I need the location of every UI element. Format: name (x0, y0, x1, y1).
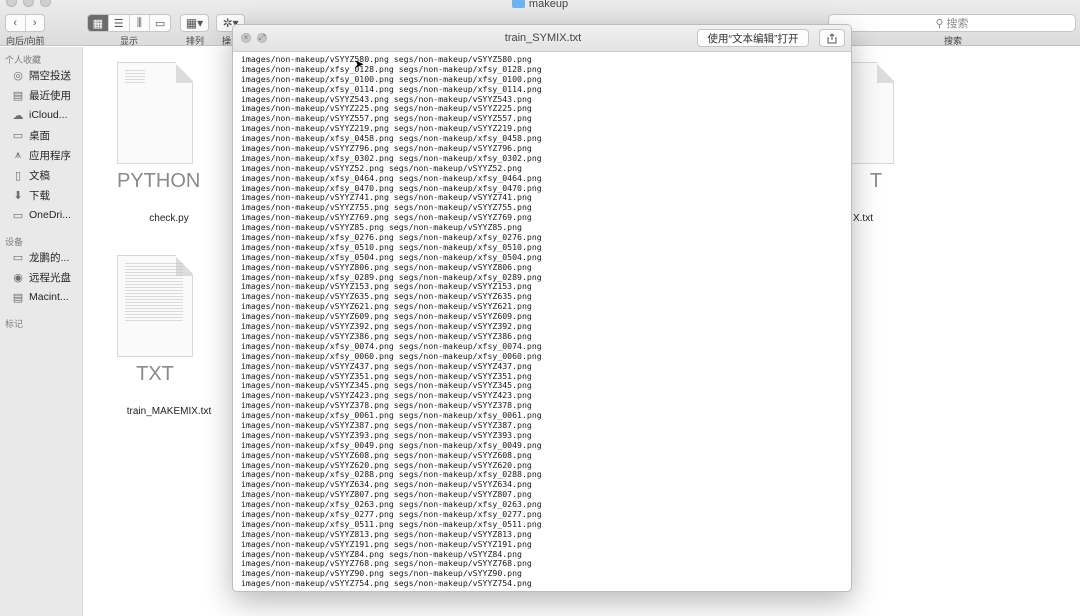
sidebar-item-label: 最近使用 (29, 89, 71, 102)
sidebar-item-label: 龙鹏的... (29, 251, 70, 264)
sidebar-item-label: 文稿 (29, 169, 50, 182)
search-field[interactable]: ⚲ 搜索 (828, 14, 1076, 32)
quicklook-titlebar: × ⤢ train_SYMIX.txt 使用“文本编辑”打开 (233, 25, 851, 52)
sidebar-item-recents[interactable]: ▤ 最近使用 (0, 85, 82, 105)
devices-header: 设备 (5, 237, 24, 247)
sidebar-item-label: 隔空投送 (29, 69, 71, 82)
action-label: 操 (222, 36, 232, 46)
nav-back-forward: ‹ › (5, 14, 45, 32)
tags-header: 标记 (5, 319, 24, 329)
folder-icon (511, 0, 525, 8)
icloud-icon: ☁ (12, 109, 24, 122)
folder-icon: ▭ (12, 209, 24, 222)
recents-icon: ▤ (12, 89, 24, 102)
page-fold (176, 62, 193, 83)
sidebar-item-label: 远程光盘 (29, 271, 71, 284)
sidebar-item-computer[interactable]: ▭ 龙鹏的... (0, 247, 82, 267)
sidebar-item-label: iCloud... (29, 109, 68, 121)
favorites-header: 个人收藏 (5, 55, 42, 65)
sidebar: 个人收藏 ◎ 隔空投送 ▤ 最近使用 ☁ iCloud... ▭ 桌面 ⩚ 应用程序 ▯ 文… (0, 47, 83, 616)
forward-button[interactable]: › (26, 15, 45, 31)
sidebar-item-macintosh[interactable]: ▤ Macint... (0, 287, 82, 307)
search-placeholder: 搜索 (946, 18, 969, 30)
text-file-icon[interactable]: TXT (117, 255, 193, 385)
file-content[interactable]: images/non-makeup/vSYYZ580.png segs/non-… (233, 53, 851, 591)
mouse-cursor-icon: ➤ (354, 57, 365, 71)
window-title-text: makeup (528, 0, 569, 10)
sidebar-item-airdrop[interactable]: ◎ 隔空投送 (0, 65, 82, 85)
sidebar-item-label: OneDri... (29, 209, 72, 221)
sidebar-item-remote-disc[interactable]: ◉ 远程光盘 (0, 267, 82, 287)
view-switcher: ▦ ☰ ⫼ ▭ (87, 14, 171, 32)
nav-label: 向后/向前 (6, 36, 45, 46)
sidebar-item-documents[interactable]: ▯ 文稿 (0, 165, 82, 185)
sidebar-item-downloads[interactable]: ⬇ 下载 (0, 185, 82, 205)
sidebar-item-label: Macint... (29, 291, 69, 303)
python-badge: PYTHON (117, 170, 201, 192)
gallery-view-button[interactable]: ▭ (150, 15, 170, 31)
file-name-check[interactable]: check.py (99, 213, 239, 224)
open-with-textedit-button[interactable]: 使用“文本编辑”打开 (697, 29, 809, 47)
sidebar-item-label: 应用程序 (29, 149, 71, 162)
text-preview (125, 263, 183, 323)
documents-icon: ▯ (14, 169, 22, 182)
column-view-button[interactable]: ⫼ (130, 15, 151, 31)
sidebar-item-desktop[interactable]: ▭ 桌面 (0, 125, 82, 145)
icon-view-button[interactable]: ▦ (88, 15, 109, 31)
disk-icon: ▤ (12, 291, 24, 304)
share-button[interactable] (819, 29, 845, 47)
sidebar-item-applications[interactable]: ⩚ 应用程序 (0, 145, 82, 165)
quicklook-window: × ⤢ train_SYMIX.txt 使用“文本编辑”打开 images/no… (232, 24, 852, 592)
file-name-train-makemix[interactable]: train_MAKEMIX.txt (99, 406, 239, 417)
applications-icon: ⩚ (14, 148, 22, 161)
view-label: 显示 (120, 36, 139, 46)
arrange-label: 排列 (186, 36, 205, 46)
airdrop-icon: ◎ (13, 69, 23, 82)
page-fold (877, 62, 894, 83)
disc-icon: ◉ (13, 271, 23, 284)
sidebar-item-label: 下载 (29, 189, 50, 202)
sidebar-item-onedrive[interactable]: ▭ OneDri... (0, 205, 82, 225)
desktop-icon: ▭ (12, 129, 24, 142)
downloads-icon: ⬇ (13, 189, 23, 202)
python-file-icon[interactable]: PYTHON (117, 62, 200, 192)
search-label: 搜索 (944, 36, 963, 46)
code-preview (125, 70, 145, 84)
search-icon: ⚲ (935, 17, 944, 30)
txt-badge: TXT (136, 363, 174, 385)
sidebar-item-icloud[interactable]: ☁ iCloud... (0, 105, 82, 125)
arrange-icon: ▦▾ (185, 16, 204, 30)
sidebar-item-label: 桌面 (29, 129, 50, 142)
text-line: images/non-makeup/vSYYZ754.png segs/non-… (241, 578, 532, 589)
computer-icon: ▭ (12, 251, 24, 264)
share-icon (827, 32, 837, 43)
list-view-button[interactable]: ☰ (109, 15, 130, 31)
back-button[interactable]: ‹ (6, 15, 26, 31)
arrange-button[interactable]: ▦▾ (180, 14, 209, 32)
window-title: makeup (0, 0, 1080, 10)
